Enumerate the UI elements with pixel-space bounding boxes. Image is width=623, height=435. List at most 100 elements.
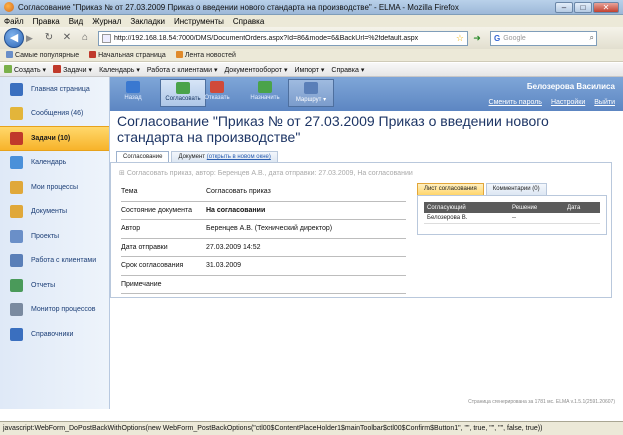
approval-panel: ⊞ Согласовать приказ, автор: Беренцев А.… <box>110 162 612 298</box>
menu-edit[interactable]: Правка <box>33 17 60 26</box>
field-value: На согласовании <box>206 206 266 214</box>
app-menu-tasks[interactable]: Задачи ▾ <box>53 65 92 74</box>
sidebar-item-label: Главная страница <box>31 85 90 93</box>
sidebar-item-label: Документы <box>31 208 68 216</box>
toolbar-button-label: Назад <box>124 95 142 101</box>
app-menu-help[interactable]: Справка ▾ <box>331 66 364 74</box>
route-button[interactable]: Маршрут ▾ <box>288 79 334 107</box>
assign-button[interactable]: Назначить <box>242 79 288 107</box>
expand-icon[interactable]: ⊞ <box>119 170 127 177</box>
window-title: Согласование "Приказ № от 27.03.2009 При… <box>18 2 459 12</box>
home-icon[interactable]: ⌂ <box>78 30 92 46</box>
address-bar[interactable]: http://192.168.18.54:7000/DMS/DocumentOr… <box>98 30 468 46</box>
browser-menubar: Файл Правка Вид Журнал Закладки Инструме… <box>0 15 623 27</box>
calendar-icon <box>10 156 23 170</box>
app-menu-import[interactable]: Импорт ▾ <box>294 66 324 74</box>
menu-file[interactable]: Файл <box>4 17 24 26</box>
firefox-icon <box>4 2 14 12</box>
search-input[interactable]: Google <box>503 35 589 42</box>
reload-icon[interactable]: ↻ <box>42 30 56 46</box>
toolbar-button-label: Маршрут <box>295 97 322 103</box>
status-bar: javascript:WebForm_DoPostBackWithOptions… <box>0 421 623 435</box>
bookmark-start-page[interactable]: Начальная страница <box>89 51 166 59</box>
stop-icon[interactable]: ✕ <box>60 30 74 46</box>
menu-tools[interactable]: Инструменты <box>174 17 224 26</box>
close-button[interactable]: ✕ <box>593 1 619 13</box>
folder-documents-icon <box>10 205 23 219</box>
sidebar-item-projects[interactable]: Проекты <box>0 224 109 249</box>
minimize-button[interactable]: – <box>555 1 573 13</box>
logout-link[interactable]: Выйти <box>594 99 615 106</box>
menu-view[interactable]: Вид <box>69 17 83 26</box>
sidebar-item-messages[interactable]: Сообщения (46) <box>0 102 109 127</box>
user-name: Белозерова Василиса <box>526 82 615 91</box>
sidebar-item-home[interactable]: Главная страница <box>0 77 109 102</box>
bookmark-folder-icon <box>6 51 13 58</box>
menu-history[interactable]: Журнал <box>92 17 121 26</box>
app-menu-calendar[interactable]: Календарь ▾ <box>99 66 140 74</box>
back-toolbar-button[interactable]: Назад <box>110 79 156 107</box>
tab-approval-sheet[interactable]: Лист согласования <box>417 183 484 195</box>
sidebar-item-label: Задачи (10) <box>31 134 71 142</box>
approval-table: Согласующий Решение Дата Белозерова В. -… <box>417 195 607 235</box>
reports-icon <box>10 278 23 292</box>
forward-button[interactable]: ▶ <box>26 30 38 46</box>
cell-approver: Белозерова В. <box>427 215 468 221</box>
maximize-button[interactable]: □ <box>574 1 592 13</box>
bookmark-most-visited[interactable]: Самые популярные <box>6 51 79 59</box>
bookmark-star-icon[interactable]: ☆ <box>456 33 464 44</box>
field-value: Беренцев А.В. (Технический директор) <box>206 225 333 233</box>
site-favicon-icon <box>102 33 111 43</box>
tasks-icon <box>53 65 62 73</box>
handbook-icon <box>10 327 23 341</box>
sidebar-item-label: Монитор процессов <box>31 306 96 314</box>
field-row-status: Состояние документа На согласовании <box>121 202 406 220</box>
route-icon <box>304 82 318 94</box>
sidebar-item-label: Справочники <box>31 330 74 338</box>
approval-list-tabs: Лист согласования Комментарии (0) <box>417 183 607 195</box>
document-meta: ⊞ Согласовать приказ, автор: Беренцев А.… <box>119 169 413 177</box>
search-icon[interactable]: ⌕ <box>590 33 594 43</box>
back-button[interactable]: ◀ <box>4 28 24 48</box>
app-menu-create[interactable]: Создать ▾ <box>4 65 46 74</box>
sidebar-item-calendar[interactable]: Календарь <box>0 151 109 176</box>
search-box[interactable]: G Google ⌕ <box>490 30 597 46</box>
tab-comments[interactable]: Комментарии (0) <box>485 183 547 195</box>
sidebar-item-handbooks[interactable]: Справочники <box>0 322 109 347</box>
app-menu-docflow[interactable]: Документооборот ▾ <box>224 66 287 74</box>
sidebar-item-clients[interactable]: Работа с клиентами <box>0 249 109 274</box>
sidebar-item-label: Календарь <box>31 159 67 167</box>
app-menu-clients[interactable]: Работа с клиентами ▾ <box>147 66 218 74</box>
bookmark-page-icon <box>89 51 97 58</box>
rss-icon <box>175 51 183 58</box>
bookmark-news-feed[interactable]: Лента новостей <box>175 51 236 59</box>
google-icon: G <box>494 33 501 43</box>
tab-document-label: Документ <box>178 154 206 160</box>
tasks-icon <box>10 131 23 145</box>
open-new-window-link[interactable]: (открыть в новом окне) <box>207 154 271 160</box>
bookmark-label: Самые популярные <box>15 52 80 59</box>
settings-link[interactable]: Настройки <box>551 99 585 106</box>
user-links: Сменить пароль Настройки Выйти <box>489 99 615 106</box>
menu-help[interactable]: Справка <box>233 17 264 26</box>
sidebar-item-reports[interactable]: Отчеты <box>0 273 109 298</box>
projects-icon <box>10 229 23 243</box>
menu-bookmarks[interactable]: Закладки <box>130 17 165 26</box>
tab-document[interactable]: Документ (открыть в новом окне) <box>171 151 278 162</box>
sidebar-item-processes[interactable]: Мои процессы <box>0 175 109 200</box>
document-meta-text: Согласовать приказ, автор: Беренцев А.В.… <box>126 170 413 177</box>
url-text[interactable]: http://192.168.18.54:7000/DMS/DocumentOr… <box>114 35 456 42</box>
field-row-note: Примечание <box>121 276 406 294</box>
go-arrow-icon[interactable]: ➜ <box>470 31 484 46</box>
column-header-date: Дата <box>567 204 581 211</box>
sidebar-item-label: Сообщения (46) <box>31 110 84 118</box>
sidebar-item-process-monitor[interactable]: Монитор процессов <box>0 298 109 323</box>
change-password-link[interactable]: Сменить пароль <box>489 99 542 106</box>
generation-info: Страница сгенерирована за 1781 мс. ELMA … <box>468 399 615 405</box>
sidebar: Главная страница Сообщения (46) Задачи (… <box>0 77 110 409</box>
tab-approval[interactable]: Согласование <box>116 151 170 162</box>
sidebar-item-documents[interactable]: Документы <box>0 200 109 225</box>
column-header-approver: Согласующий <box>427 204 466 211</box>
reject-button[interactable]: Отказать <box>194 79 240 107</box>
sidebar-item-tasks[interactable]: Задачи (10) <box>0 126 109 151</box>
